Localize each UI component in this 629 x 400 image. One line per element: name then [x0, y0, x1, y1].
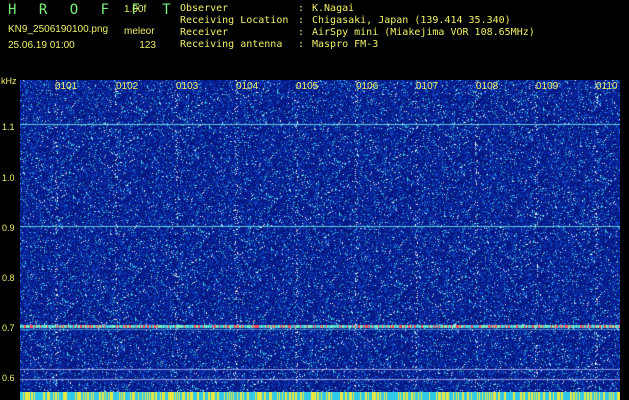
app-logo: H R O F F T — [8, 2, 178, 18]
x-tick-label: 0101 — [55, 81, 78, 92]
x-tick-label: 0107 — [416, 81, 439, 92]
x-tick-label: 0110 — [596, 81, 618, 92]
y-tick-label: 0.9 — [2, 223, 15, 233]
info-key: Receiving antenna — [180, 39, 283, 50]
signal-level-bar — [20, 392, 620, 400]
info-row-observer: Observer: K.Nagai — [180, 3, 535, 15]
file-name: KN9_2506190100.png — [8, 24, 109, 35]
x-tick-label: 0105 — [296, 81, 319, 92]
info-key: Receiver — [180, 27, 229, 38]
waterfall-canvas — [20, 80, 620, 392]
y-tick-label: 1.0 — [2, 173, 15, 183]
info-key: Receiving Location — [180, 15, 289, 26]
info-value: Maspro FM-3 — [312, 39, 379, 50]
y-tick-label: 1.1 — [2, 122, 15, 132]
observation-info: Observer: K.Nagai Receiving Location: Chig… — [180, 3, 535, 51]
info-separator: : — [298, 15, 305, 26]
x-tick-label: 0103 — [176, 81, 199, 92]
header: H R O F F T 1.00f KN9_2506190100.png mel… — [0, 0, 629, 78]
info-value: K.Nagai — [312, 3, 355, 14]
info-row-antenna: Receiving antenna: Maspro FM-3 — [180, 39, 535, 51]
info-separator: : — [298, 3, 305, 14]
info-separator: : — [298, 27, 305, 38]
info-row-receiver: Receiver: AirSpy mini (Miakejima VOR 108.… — [180, 27, 535, 39]
info-key: Observer — [180, 3, 229, 14]
y-tick-label: 0.8 — [2, 273, 15, 283]
info-value: Chigasaki, Japan (139.414 35.340) — [312, 15, 511, 26]
y-axis-unit: kHz — [1, 76, 17, 86]
station-label: meleor — [124, 26, 155, 37]
y-tick-label: 0.6 — [2, 373, 15, 383]
y-tick-label: 0.7 — [2, 323, 15, 333]
date-time: 25.06.19 01:00 — [8, 40, 75, 51]
x-tick-label: 0108 — [476, 81, 499, 92]
x-tick-label: 0106 — [356, 81, 379, 92]
app-version: 1.00f — [124, 4, 147, 15]
x-tick-label: 0109 — [536, 81, 559, 92]
info-separator: : — [298, 39, 305, 50]
waterfall-spectrogram — [20, 80, 620, 392]
echo-count: 123 — [139, 40, 156, 51]
info-value: AirSpy mini (Miakejima VOR 108.65MHz) — [312, 27, 535, 38]
info-row-location: Receiving Location: Chigasaki, Japan (139… — [180, 15, 535, 27]
x-tick-label: 0102 — [116, 81, 139, 92]
x-tick-label: 0104 — [236, 81, 259, 92]
right-margin — [620, 80, 629, 400]
